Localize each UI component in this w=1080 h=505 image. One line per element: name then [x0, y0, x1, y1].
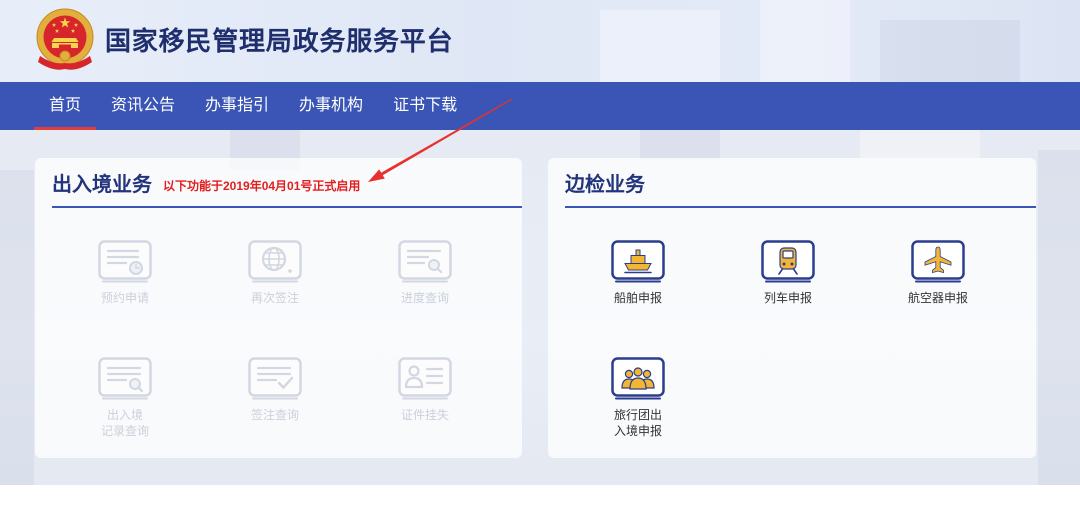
nav-item-home[interactable]: 首页	[34, 82, 97, 130]
service-item-progress-query: 进度查询	[365, 240, 485, 306]
header-background-building	[760, 0, 850, 82]
train-icon	[761, 240, 815, 283]
service-item-endorsement-query: 签注查询	[215, 357, 335, 423]
national-emblem-icon[interactable]	[33, 8, 97, 74]
service-item-label: 列车申报	[763, 291, 812, 305]
card-title: 出入境业务	[52, 174, 152, 196]
service-item-report-loss: 证件挂失	[365, 357, 485, 423]
nav-item-guide[interactable]: 办事指引	[190, 82, 284, 130]
ship-icon	[611, 240, 665, 283]
service-item-label: 航空器申报	[907, 291, 968, 305]
background-building	[640, 130, 720, 160]
globe-document-icon	[248, 240, 302, 283]
service-item-record-query: 出入境 记录查询	[65, 357, 185, 439]
header-background-building	[880, 20, 1020, 82]
service-item-aircraft-declaration[interactable]: 航空器申报	[878, 240, 998, 306]
entry-exit-services-card: 出入境业务 以下功能于2019年04月01号正式启用 预约申请 再次签注 进度查…	[35, 158, 522, 458]
card-divider	[52, 206, 522, 208]
service-item-label: 签注查询	[250, 408, 299, 422]
bottom-section	[0, 485, 1080, 505]
launch-notice: 以下功能于2019年04月01号正式启用	[163, 179, 361, 193]
background-building	[0, 170, 34, 485]
main-nav: 首页 资讯公告 办事指引 办事机构 证书下载	[0, 82, 1080, 130]
nav-list: 首页 资讯公告 办事指引 办事机构 证书下载	[34, 82, 472, 130]
service-item-label: 旅行团出 入境申报	[613, 408, 662, 438]
background-building	[860, 130, 980, 158]
background-building	[1038, 150, 1080, 485]
service-item-tour-group-declaration[interactable]: 旅行团出 入境申报	[578, 357, 698, 439]
service-item-label: 预约申请	[100, 291, 149, 305]
nav-item-offices[interactable]: 办事机构	[284, 82, 378, 130]
service-item-label: 证件挂失	[400, 408, 449, 422]
site-title: 国家移民管理局政务服务平台	[105, 26, 454, 56]
header-background-building	[600, 10, 720, 82]
nav-item-news[interactable]: 资讯公告	[96, 82, 190, 130]
document-check-icon	[248, 357, 302, 400]
service-item-appointment: 预约申请	[65, 240, 185, 306]
nav-item-downloads[interactable]: 证书下载	[378, 82, 472, 130]
service-item-train-declaration[interactable]: 列车申报	[728, 240, 848, 306]
service-item-label: 进度查询	[400, 291, 449, 305]
service-item-label: 出入境 记录查询	[100, 408, 149, 438]
record-search-icon	[98, 357, 152, 400]
service-item-endorsement: 再次签注	[215, 240, 335, 306]
id-card-icon	[398, 357, 452, 400]
document-clock-icon	[98, 240, 152, 283]
document-search-icon	[398, 240, 452, 283]
card-divider	[565, 206, 1036, 208]
service-item-ship-declaration[interactable]: 船舶申报	[578, 240, 698, 306]
service-item-label: 船舶申报	[613, 291, 662, 305]
tour-group-icon	[611, 357, 665, 400]
site-header: 国家移民管理局政务服务平台	[0, 0, 1080, 82]
card-title: 边检业务	[565, 174, 645, 196]
airplane-icon	[911, 240, 965, 283]
border-inspection-card: 边检业务 船舶申报 列车申报 航空器申报 旅行团出 入境申报	[548, 158, 1036, 458]
service-item-label: 再次签注	[250, 291, 299, 305]
